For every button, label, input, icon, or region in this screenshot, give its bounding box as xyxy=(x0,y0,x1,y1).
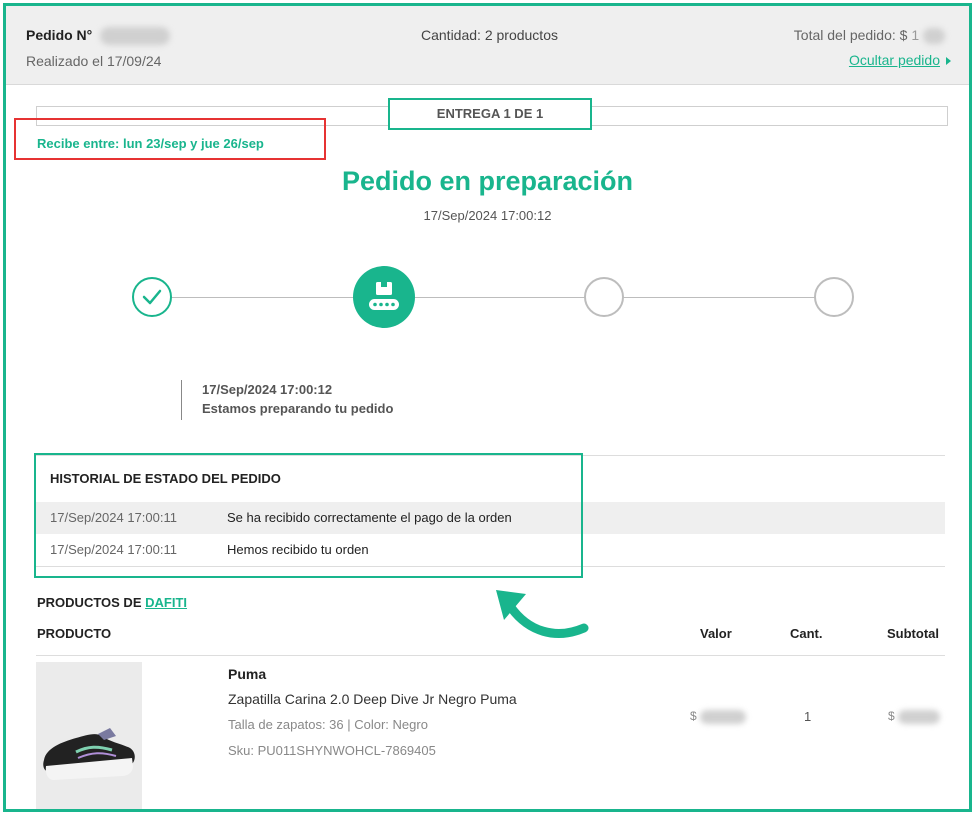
product-subtotal: $ xyxy=(888,709,941,724)
order-panel: Pedido N° Realizado el 17/09/24 Cantidad… xyxy=(3,3,972,812)
latest-event-date: 17/Sep/2024 17:00:12 xyxy=(202,382,333,397)
product-attributes: Talla de zapatos: 36 | Color: Negro xyxy=(228,717,428,732)
step-4-pending xyxy=(814,277,854,317)
receive-window: Recibe entre: lun 23/sep y jue 26/sep xyxy=(37,136,264,151)
curved-arrow-icon xyxy=(496,590,589,638)
order-header: Pedido N° Realizado el 17/09/24 Cantidad… xyxy=(6,6,969,85)
column-header-product: PRODUCTO xyxy=(37,626,112,641)
conveyor-box-icon xyxy=(369,282,399,310)
column-header-qty: Cant. xyxy=(790,626,823,641)
history-highlight-box xyxy=(34,453,583,578)
checkmark-icon xyxy=(142,289,162,305)
hide-order-link[interactable]: Ocultar pedido xyxy=(849,52,951,68)
product-brand: Puma xyxy=(228,666,267,682)
step-3-pending xyxy=(584,277,624,317)
order-date: Realizado el 17/09/24 xyxy=(26,53,162,69)
order-number: Pedido N° xyxy=(26,27,171,46)
product-value-redacted xyxy=(700,709,747,724)
step-2-active xyxy=(353,266,415,328)
product-name[interactable]: Zapatilla Carina 2.0 Deep Dive Jr Negro … xyxy=(228,691,517,707)
order-total: Total del pedido: $ 1 xyxy=(794,27,945,45)
product-value: $ xyxy=(690,709,747,724)
order-total-redacted xyxy=(923,28,945,45)
products-title: PRODUCTOS DE DAFITI xyxy=(37,595,188,610)
step-1-done xyxy=(132,277,172,317)
progress-tracker xyxy=(132,266,854,328)
delivery-status: Pedido en preparación xyxy=(341,166,634,196)
sneaker-icon xyxy=(43,728,135,780)
progress-line xyxy=(152,297,816,298)
product-subtotal-redacted xyxy=(898,709,941,724)
product-sku: Sku: PU011SHYNWOHCL-7869405 xyxy=(228,743,436,758)
column-header-subtotal: Subtotal xyxy=(887,626,939,641)
order-number-redacted xyxy=(100,27,171,46)
order-quantity: Cantidad: 2 productos xyxy=(421,27,558,43)
column-header-value: Valor xyxy=(700,626,732,641)
delivery-status-date: 17/Sep/2024 17:00:12 xyxy=(423,208,552,223)
divider xyxy=(36,655,945,656)
caret-right-icon xyxy=(946,57,951,66)
delivery-label: ENTREGA 1 DE 1 xyxy=(388,98,592,130)
latest-event-text: Estamos preparando tu pedido xyxy=(202,401,394,416)
seller-link[interactable]: DAFITI xyxy=(145,595,187,610)
product-qty: 1 xyxy=(804,709,812,724)
product-image[interactable] xyxy=(36,662,142,809)
latest-event: 17/Sep/2024 17:00:12 Estamos preparando … xyxy=(181,380,393,420)
